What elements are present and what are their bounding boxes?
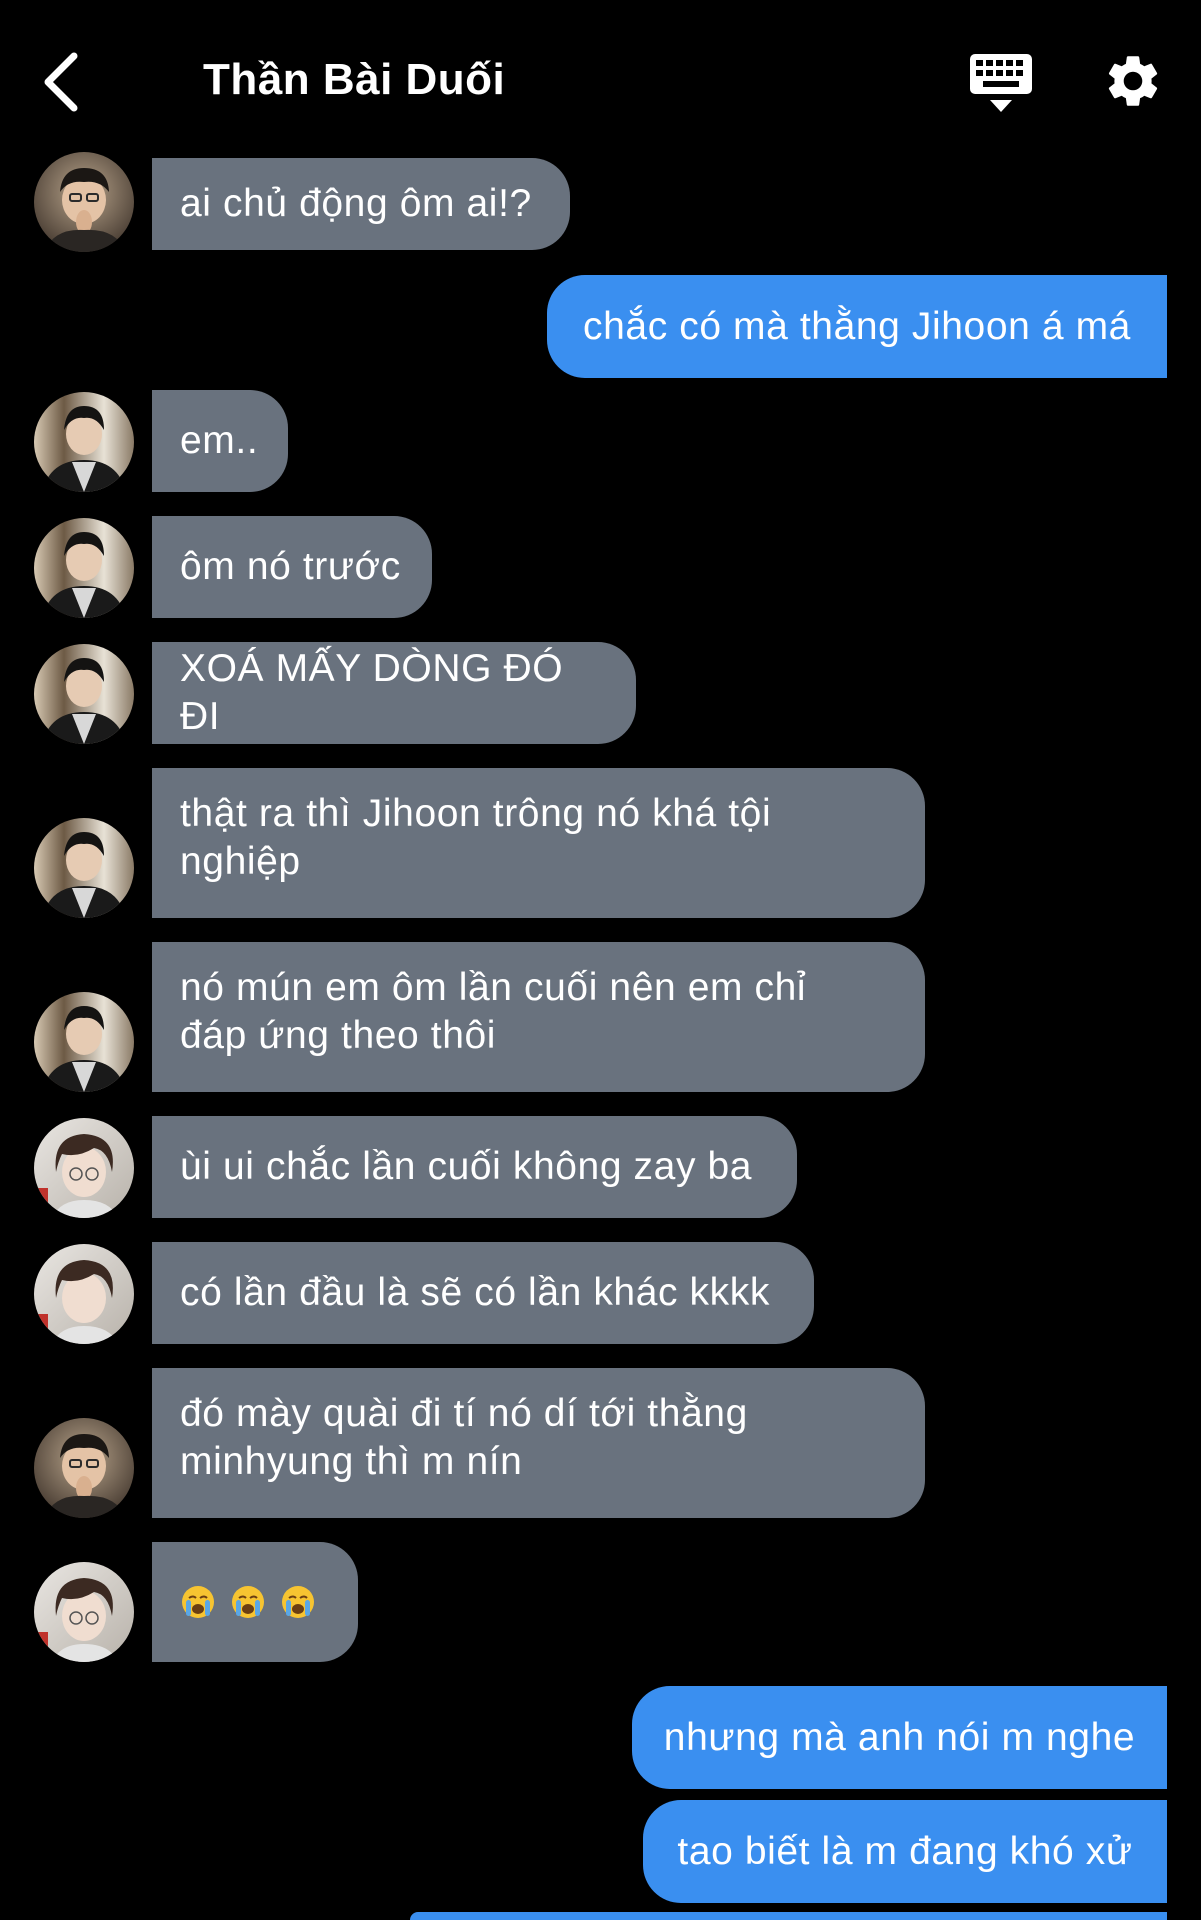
avatar[interactable] <box>34 1418 134 1518</box>
message-text: ùi ui chắc lần cuối không zay ba <box>180 1145 753 1188</box>
chat-title: Thần Bài Duối <box>203 55 506 104</box>
keyboard-button[interactable] <box>966 50 1036 116</box>
incoming-message[interactable]: thật ra thì Jihoon trông nó khá tội nghi… <box>152 768 925 918</box>
message-text-line: thật ra thì Jihoon trông nó khá tội <box>180 792 772 835</box>
crying-face-icon <box>230 1584 266 1620</box>
avatar[interactable] <box>34 1118 134 1218</box>
incoming-message[interactable]: ùi ui chắc lần cuối không zay ba <box>152 1116 797 1218</box>
keyboard-icon <box>970 54 1032 112</box>
incoming-message[interactable]: đó mày quài đi tí nó dí tới thằng minhyu… <box>152 1368 925 1518</box>
message-text: chắc có mà thằng Jihoon á má <box>583 304 1131 348</box>
message-text: ôm nó trước <box>180 545 401 588</box>
crying-face-icon <box>280 1584 316 1620</box>
message-text: có lần đầu là sẽ có lần khác kkkk <box>180 1271 770 1314</box>
message-text: tao biết là m đang khó xử <box>677 1829 1133 1873</box>
avatar[interactable] <box>34 1244 134 1344</box>
message-text-line: minhyung thì m nín <box>180 1440 523 1483</box>
outgoing-message-partial[interactable] <box>410 1912 1167 1920</box>
chat-header: Thần Bài Duối <box>0 0 1201 160</box>
message-text-line: đó mày quài đi tí nó dí tới thằng <box>180 1392 748 1435</box>
message-text-line: đáp ứng theo thôi <box>180 1014 497 1057</box>
crying-face-icon <box>180 1584 216 1620</box>
message-text: em.. <box>180 419 259 462</box>
incoming-message[interactable]: ôm nó trước <box>152 516 432 618</box>
avatar[interactable] <box>34 1562 134 1662</box>
avatar[interactable] <box>34 518 134 618</box>
outgoing-message[interactable]: tao biết là m đang khó xử <box>643 1800 1167 1903</box>
settings-button[interactable] <box>1102 50 1164 112</box>
avatar[interactable] <box>34 644 134 744</box>
message-text-line: nó mún em ôm lần cuối nên em chỉ <box>180 966 807 1009</box>
incoming-message[interactable] <box>152 1542 358 1662</box>
message-text: ai chủ động ôm ai!? <box>180 182 532 225</box>
incoming-message[interactable]: nó mún em ôm lần cuối nên em chỉ đáp ứng… <box>152 942 925 1092</box>
avatar[interactable] <box>34 992 134 1092</box>
message-text: XOÁ MẤY DÒNG ĐÓ ĐI <box>180 647 564 738</box>
avatar[interactable] <box>34 152 134 252</box>
message-text: nhưng mà anh nói m nghe <box>663 1715 1136 1759</box>
chevron-left-icon <box>44 52 78 112</box>
back-button[interactable] <box>34 42 90 122</box>
gear-icon <box>1108 56 1158 106</box>
outgoing-message[interactable]: nhưng mà anh nói m nghe <box>632 1686 1167 1789</box>
avatar[interactable] <box>34 392 134 492</box>
outgoing-message[interactable]: chắc có mà thằng Jihoon á má <box>547 275 1167 378</box>
incoming-message[interactable]: XOÁ MẤY DÒNG ĐÓ ĐI <box>152 642 636 744</box>
incoming-message[interactable]: em.. <box>152 390 288 492</box>
avatar[interactable] <box>34 818 134 918</box>
message-text-line: nghiệp <box>180 840 301 883</box>
incoming-message[interactable]: ai chủ động ôm ai!? <box>152 158 570 250</box>
incoming-message[interactable]: có lần đầu là sẽ có lần khác kkkk <box>152 1242 814 1344</box>
